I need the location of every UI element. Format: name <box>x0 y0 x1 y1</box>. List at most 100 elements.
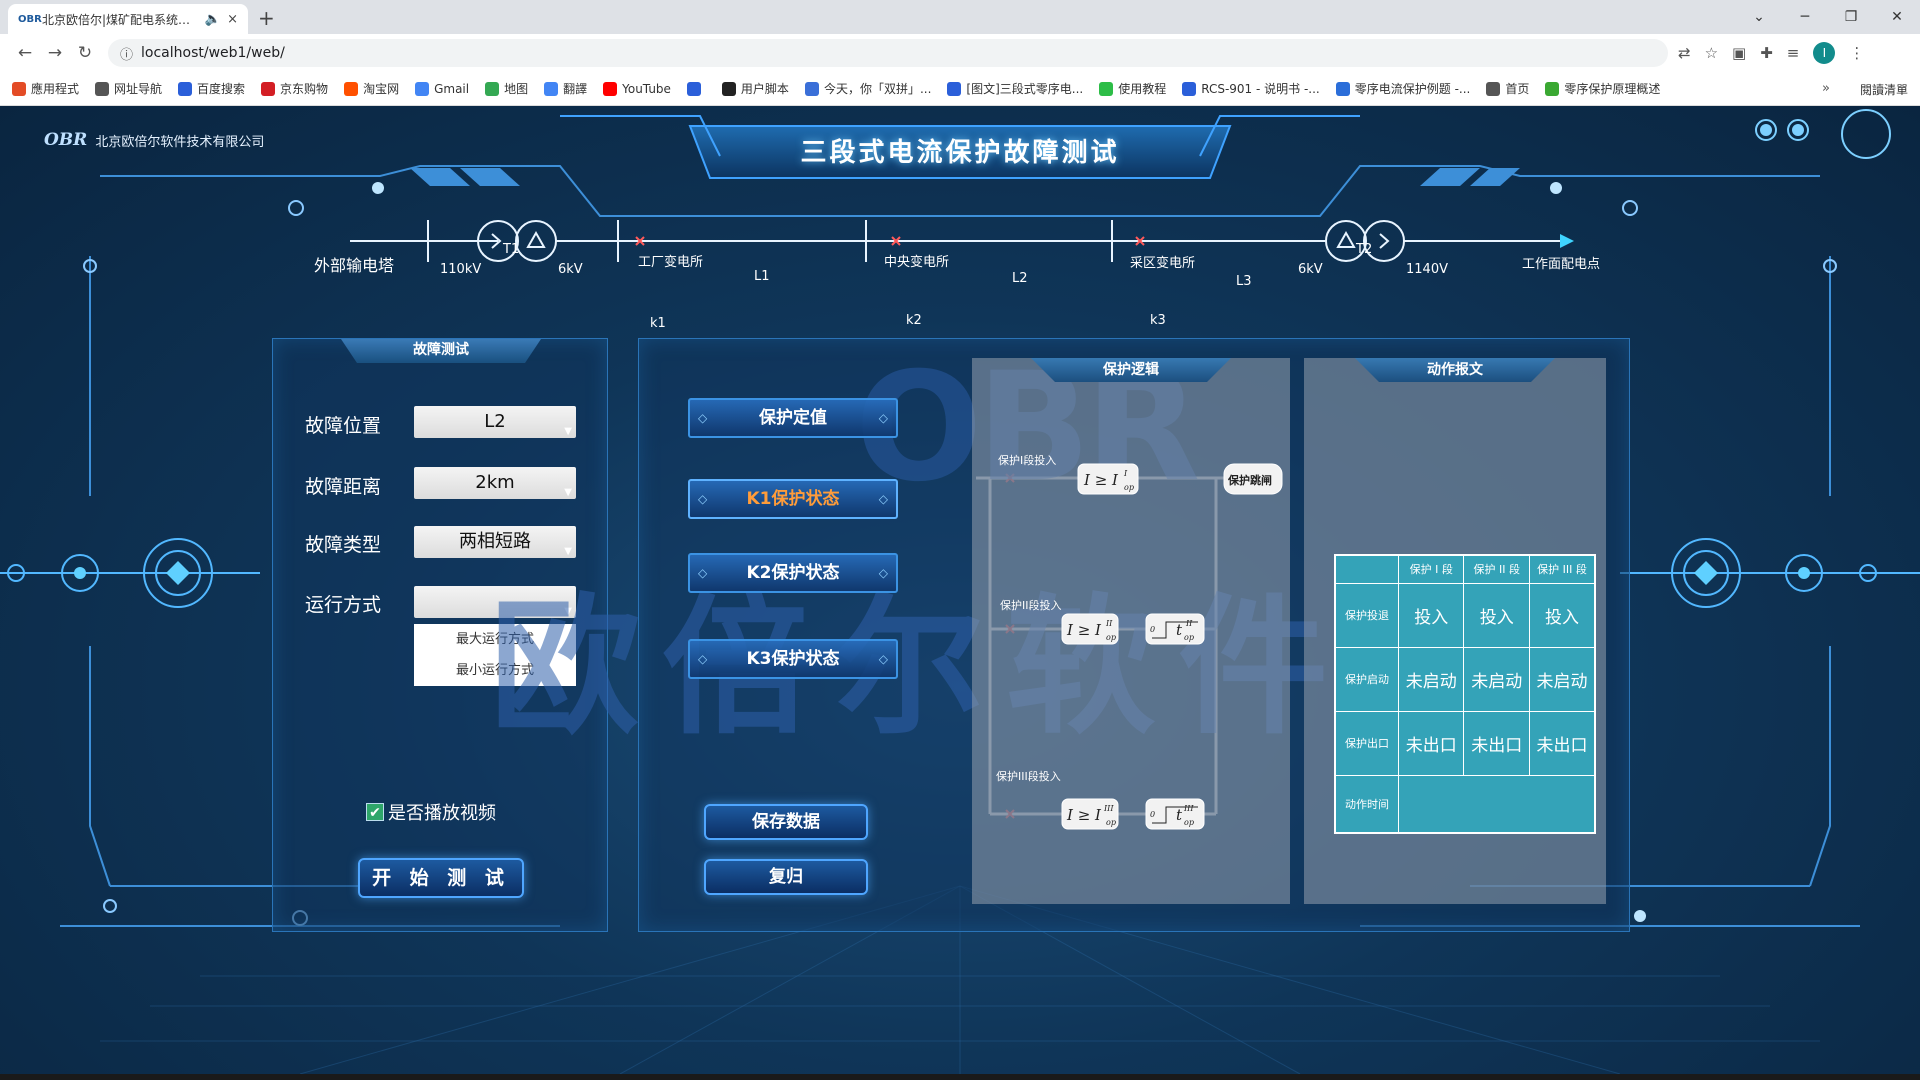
table-row: 保护启动 未启动 未启动 未启动 <box>1334 646 1596 712</box>
table-cell: 未出口 <box>1397 710 1465 776</box>
bookmark-item[interactable]: 零序电流保护例题 -... <box>1335 80 1471 97</box>
extensions-puzzle-icon[interactable]: ✚ <box>1760 44 1773 62</box>
back-icon[interactable]: ← <box>10 43 40 63</box>
bookmark-label: 淘宝网 <box>363 82 400 96</box>
reading-list-button[interactable]: 閱讀清單 <box>1860 81 1908 98</box>
translate-icon[interactable]: ⇄ <box>1678 44 1691 62</box>
bookmark-item[interactable]: 翻譯 <box>544 80 587 97</box>
bookmark-icon <box>415 81 430 96</box>
taskbar <box>0 1074 1920 1080</box>
timer3-sup: III <box>1183 804 1194 813</box>
bookmark-icon <box>544 81 559 96</box>
table-cell: 未启动 <box>1397 646 1465 712</box>
table-row: 保护出口 未出口 未出口 未出口 <box>1334 710 1596 776</box>
app-canvas: OBR 北京欧倍尔软件技术有限公司 三段式电流保护故障测试 外部输电塔 110k… <box>0 106 1920 1074</box>
bookmark-label: 用户脚本 <box>740 82 789 96</box>
bookmark-icon <box>95 81 110 96</box>
bookmark-item[interactable]: 地图 <box>485 80 528 97</box>
bookmark-label: 今天，你「双拼」... <box>823 82 932 96</box>
bookmark-icon <box>344 81 359 96</box>
timer3-zero: 0 <box>1150 810 1155 819</box>
bookmark-item[interactable]: 网址导航 <box>95 80 162 97</box>
menu-kebab-icon[interactable]: ⋮ <box>1849 44 1864 62</box>
bookmark-icon <box>261 81 276 96</box>
speaker-icon[interactable]: 🔈 <box>205 12 221 27</box>
bookmark-item[interactable]: Gmail <box>415 81 470 96</box>
bookmark-item[interactable]: 今天，你「双拼」... <box>804 80 932 97</box>
bookmark-icon <box>721 81 736 96</box>
media-queue-icon[interactable]: ≡ <box>1787 44 1800 62</box>
bookmark-item[interactable]: 應用程式 <box>12 80 79 97</box>
table-cell: 未出口 <box>1463 710 1530 776</box>
close-window-icon[interactable]: ✕ <box>1874 9 1920 25</box>
bookmark-icon <box>1486 81 1501 96</box>
bookmark-item[interactable]: 京东购物 <box>261 80 328 97</box>
table-cell: 未启动 <box>1463 646 1530 712</box>
action-report-table: 保护 I 段 保护 II 段 保护 III 段 保护投退 投入 投入 投入 保护… <box>1334 554 1596 834</box>
stage2-sub: op <box>1106 633 1116 642</box>
timer2-zero: 0 <box>1150 625 1155 634</box>
bookmark-item[interactable]: 使用教程 <box>1099 80 1166 97</box>
bookmark-label: [图文]三段式零序电... <box>966 82 1084 96</box>
url-text: localhost/web1/web/ <box>141 45 285 61</box>
site-info-icon[interactable]: ⓘ <box>120 44 133 63</box>
minimize-icon[interactable]: ─ <box>1782 9 1828 25</box>
url-input[interactable]: ⓘ localhost/web1/web/ <box>108 39 1668 67</box>
stage3-sup: III <box>1103 804 1114 813</box>
forward-icon[interactable]: → <box>40 43 70 63</box>
bookmark-label: 零序保护原理概述 <box>1564 82 1661 96</box>
reload-icon[interactable]: ↻ <box>70 43 100 63</box>
row-label: 保护出口 <box>1334 710 1399 776</box>
restore-icon[interactable]: ❐ <box>1828 9 1874 25</box>
bookmark-icon <box>178 81 193 96</box>
tab-favicon-icon: OBR <box>18 13 42 25</box>
bookmark-label: 首页 <box>1505 82 1530 96</box>
bookmark-label: 零序电流保护例题 -... <box>1354 82 1471 96</box>
toolbar-icons: ⇄ ☆ ▣ ✚ ≡ I ⋮ <box>1678 42 1864 64</box>
bookmark-item[interactable]: 百度搜索 <box>178 80 245 97</box>
bookmark-icon <box>485 81 500 96</box>
bookmark-item[interactable]: 首页 <box>1486 80 1529 97</box>
stage2-sup: II <box>1105 619 1113 628</box>
timer3-sub: op <box>1184 818 1194 827</box>
table-header-row: 保护 I 段 保护 II 段 保护 III 段 <box>1334 554 1596 584</box>
bookmark-label: 地图 <box>504 82 529 96</box>
stage2-label: 保护II段投入 <box>1000 598 1062 612</box>
bookmark-icon <box>947 81 962 96</box>
profile-avatar[interactable]: I <box>1813 42 1836 64</box>
browser-tab[interactable]: OBR 北京欧倍尔|煤矿配电系统故障 🔈 × <box>8 4 248 34</box>
bookmark-item[interactable]: 用户脚本 <box>721 80 789 97</box>
bookmark-label: 百度搜索 <box>197 82 246 96</box>
bookmark-item[interactable]: YouTube <box>603 81 671 96</box>
table-row: 保护投退 投入 投入 投入 <box>1334 582 1596 648</box>
stage1-label: 保护I段投入 <box>998 453 1056 467</box>
bookmark-icon <box>1182 81 1197 96</box>
stage3-timer: t <box>1176 806 1183 824</box>
table-cell: 未出口 <box>1528 710 1596 776</box>
table-header-cell: 保护 III 段 <box>1528 554 1596 584</box>
timer2-sub: op <box>1184 633 1194 642</box>
row-label: 保护投退 <box>1334 582 1399 648</box>
bookmark-item[interactable]: [图文]三段式零序电... <box>947 80 1083 97</box>
action-report-title: 动作报文 <box>1355 358 1555 382</box>
bookmark-icon <box>12 81 26 96</box>
bookmark-label: 京东购物 <box>280 82 329 96</box>
stage2-comparator: I ≥ I <box>1066 621 1102 639</box>
tab-title: 北京欧倍尔|煤矿配电系统故障 <box>42 12 199 27</box>
new-tab-button[interactable]: + <box>258 6 275 30</box>
bookmark-label: Gmail <box>434 81 470 96</box>
trip-label: 保护跳闸 <box>1227 473 1272 487</box>
table-header-cell: 保护 II 段 <box>1463 554 1530 584</box>
address-bar: ← → ↻ ⓘ localhost/web1/web/ ⇄ ☆ ▣ ✚ ≡ I … <box>0 34 1920 72</box>
bookmark-item[interactable]: RCS-901 - 说明书 -... <box>1182 80 1320 97</box>
close-tab-icon[interactable]: × <box>227 12 238 27</box>
tab-search-icon[interactable]: ⌄ <box>1736 9 1782 25</box>
bookmark-item[interactable]: 零序保护原理概述 <box>1545 80 1660 97</box>
bookmark-star-icon[interactable]: ☆ <box>1705 44 1718 62</box>
extension-badge-icon[interactable]: ▣ <box>1732 44 1746 62</box>
bookmarks-overflow-icon[interactable]: » <box>1822 81 1830 96</box>
bookmark-item[interactable]: 淘宝网 <box>344 80 399 97</box>
timer2-sup: II <box>1185 619 1193 628</box>
browser-tabbar: OBR 北京欧倍尔|煤矿配电系统故障 🔈 × + ⌄ ─ ❐ ✕ <box>0 0 1920 34</box>
bookmark-item[interactable] <box>686 81 706 96</box>
